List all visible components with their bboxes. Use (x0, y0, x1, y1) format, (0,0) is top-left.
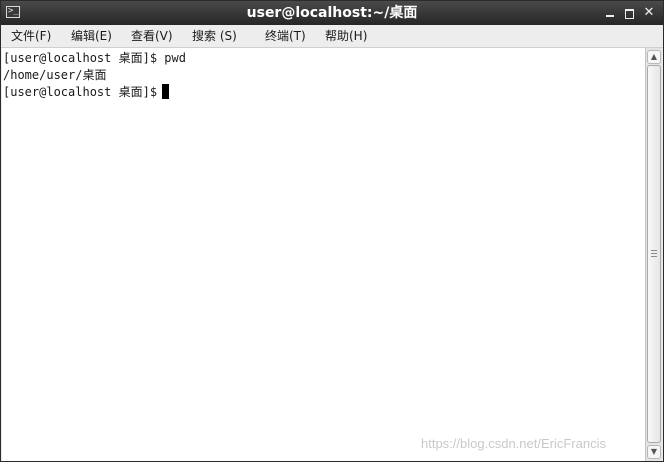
menu-edit[interactable]: 编辑(E) (71, 25, 112, 47)
close-icon: ✕ (643, 5, 655, 20)
terminal-line: /home/user/桌面 (3, 67, 106, 84)
terminal-cursor (162, 84, 170, 99)
menu-file[interactable]: 文件(F) (11, 25, 51, 47)
vertical-scrollbar[interactable]: ▲ ▼ (645, 48, 662, 461)
scrollbar-thumb[interactable] (647, 65, 661, 443)
window-title: user@localhost:~/桌面 (246, 5, 418, 21)
terminal-prompt-line: [user@localhost 桌面]$ (3, 84, 170, 101)
scroll-down-button[interactable]: ▼ (647, 445, 661, 459)
menu-search[interactable]: 搜索 (S) (192, 25, 237, 47)
arrow-up-icon: ▲ (650, 52, 658, 61)
close-button[interactable]: ✕ (641, 5, 657, 21)
minimize-button[interactable] (602, 5, 618, 21)
grip-line (651, 250, 657, 251)
menu-terminal[interactable]: 终端(T) (265, 25, 306, 47)
terminal-line-text: /home/user/桌面 (3, 68, 107, 82)
grip-line (651, 256, 657, 257)
grip-line (651, 253, 657, 254)
arrow-down-icon: ▼ (650, 447, 658, 456)
maximize-button[interactable] (621, 5, 637, 21)
maximize-icon (625, 9, 634, 19)
terminal-window: >_ user@localhost:~/桌面 ✕ 文件(F) 编辑(E) 查看(… (0, 0, 664, 462)
menu-bar: 文件(F) 编辑(E) 查看(V) 搜索 (S) 终端(T) 帮助(H) (1, 25, 663, 48)
watermark: https://blog.csdn.net/EricFrancis (421, 436, 606, 451)
terminal-output[interactable]: [user@localhost 桌面]$ pwd /home/user/桌面 [… (2, 48, 645, 461)
terminal-line: [user@localhost 桌面]$ pwd (3, 50, 186, 67)
terminal-line-text: [user@localhost 桌面]$ pwd (3, 51, 186, 65)
menu-view[interactable]: 查看(V) (131, 25, 173, 47)
title-bar[interactable]: >_ user@localhost:~/桌面 ✕ (1, 1, 663, 25)
minimize-icon (606, 15, 614, 17)
scroll-up-button[interactable]: ▲ (647, 50, 661, 64)
menu-help[interactable]: 帮助(H) (325, 25, 367, 47)
terminal-line-text: [user@localhost 桌面]$ (3, 85, 158, 99)
